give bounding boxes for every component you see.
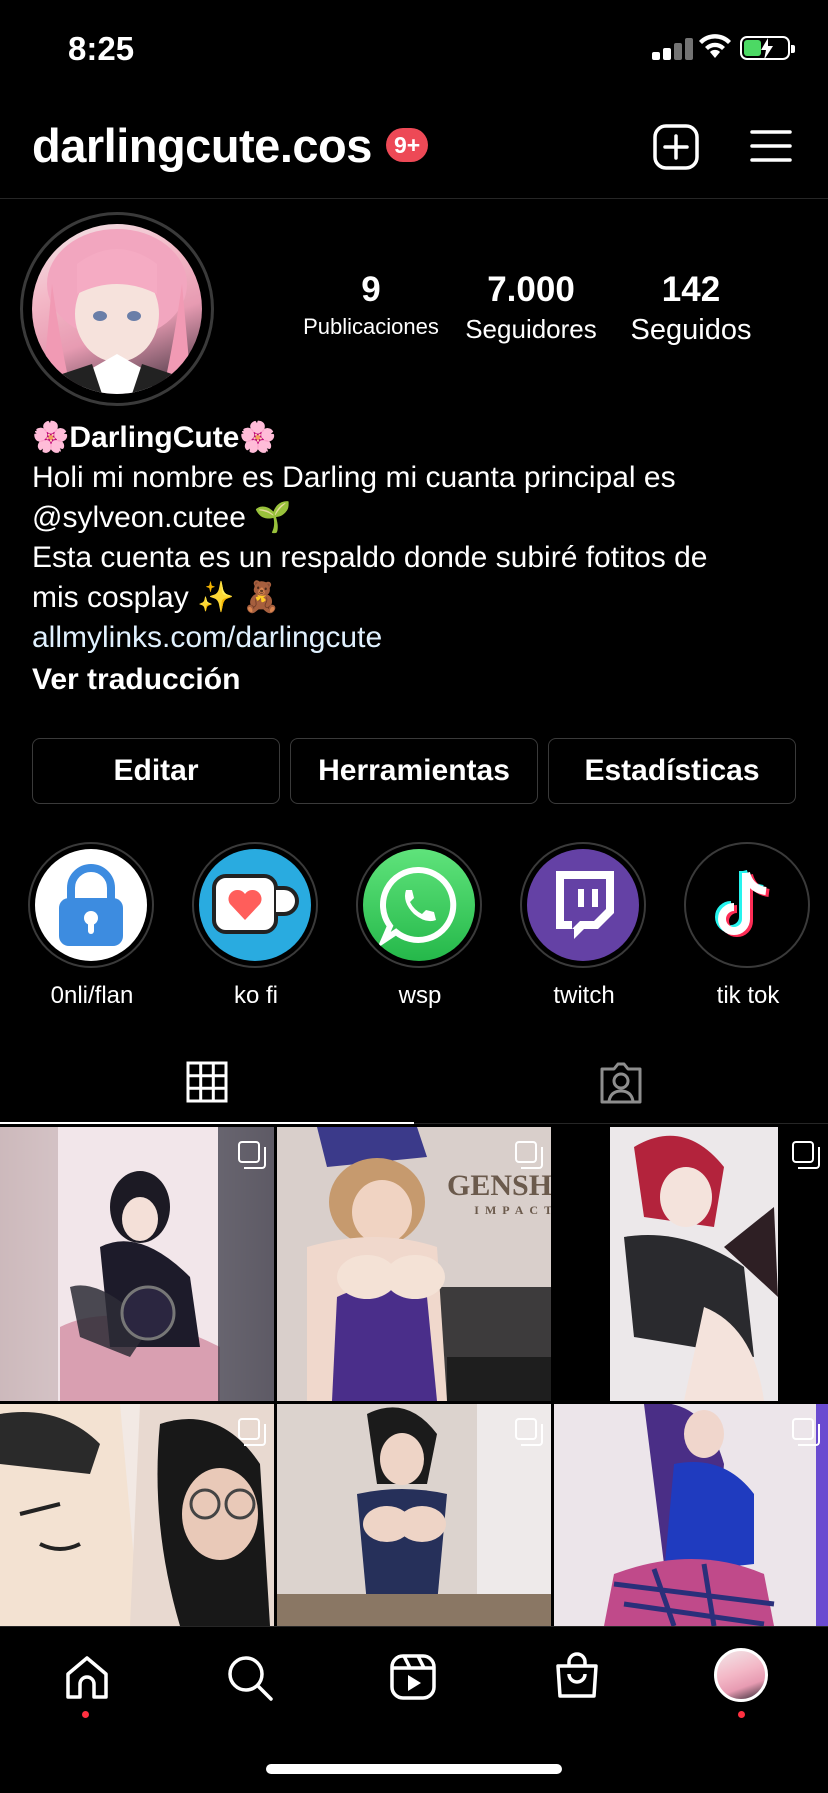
status-bar-time: 8:25 (68, 30, 135, 67)
cellular-signal-icon (652, 38, 693, 60)
profile-bio: 🌸DarlingCute🌸 Holi mi nombre es Darling … (32, 418, 802, 700)
post-5-image (277, 1404, 551, 1626)
multiple-photos-icon (238, 1141, 266, 1169)
kofi-cup-icon (212, 874, 299, 934)
highlight-label: tik tok (716, 982, 780, 1009)
stat-followers-number: 7.000 (487, 270, 575, 309)
grid-icon[interactable] (186, 1061, 228, 1103)
stat-following-number: 142 (661, 270, 721, 309)
header-divider (0, 198, 828, 199)
stat-followers-label: Seguidores (465, 314, 597, 344)
bio-mention[interactable]: @sylveon.cutee 🌱 (32, 498, 802, 538)
whatsapp-icon (377, 866, 457, 948)
watermark-sub: IMPACT (474, 1203, 551, 1217)
home-indicator (266, 1764, 562, 1774)
post-3-image (610, 1127, 778, 1401)
genshin-watermark: GENSHIN IMPACT (447, 1169, 551, 1218)
highlight-onli-flan[interactable]: 0nli/flan (28, 842, 156, 1010)
highlight-tiktok[interactable]: tik tok (684, 842, 812, 1010)
battery-icon (740, 36, 795, 60)
post-4-image (0, 1404, 274, 1626)
multiple-photos-icon (792, 1418, 820, 1446)
tools-button[interactable]: Herramientas (290, 738, 538, 804)
profile-username[interactable]: darlingcute.cos (32, 118, 372, 173)
reels-icon[interactable] (390, 1654, 436, 1700)
grid-post-2[interactable]: GENSHIN IMPACT (277, 1127, 551, 1401)
multiple-photos-icon (515, 1141, 543, 1169)
highlight-label: wsp (398, 982, 442, 1009)
active-tab-indicator (0, 1122, 414, 1124)
grid-post-1[interactable] (0, 1127, 274, 1401)
menu-hamburger-icon[interactable] (750, 128, 792, 164)
notification-badge: 9+ (386, 128, 429, 162)
profile-notification-dot (738, 1711, 745, 1718)
edit-profile-button[interactable]: Editar (32, 738, 280, 804)
multiple-photos-icon (515, 1418, 543, 1446)
multiple-photos-icon (792, 1141, 820, 1169)
grid-post-3[interactable] (554, 1127, 828, 1401)
bio-display-name: 🌸DarlingCute🌸 (32, 421, 277, 454)
profile-avatar[interactable] (32, 224, 202, 394)
tiktok-icon (715, 869, 770, 937)
highlight-label: twitch (553, 982, 615, 1009)
highlight-label: 0nli/flan (50, 982, 134, 1009)
twitch-icon (556, 871, 614, 939)
see-translation-link[interactable]: Ver traducción (32, 660, 802, 700)
stat-posts-number: 9 (361, 270, 381, 309)
highlight-twitch[interactable]: twitch (520, 842, 648, 1010)
lock-icon (59, 864, 123, 946)
stat-posts[interactable]: 9 Publicaciones (296, 270, 446, 340)
stat-following-label: Seguidos (630, 314, 752, 346)
post-1-image (0, 1127, 274, 1401)
watermark-main: GENSHIN (447, 1169, 551, 1202)
highlight-kofi[interactable]: ko fi (192, 842, 320, 1010)
bio-text-line3: Esta cuenta es un respaldo donde subiré … (32, 541, 708, 574)
highlight-label: ko fi (233, 982, 278, 1009)
wifi-icon (699, 34, 731, 58)
multiple-photos-icon (238, 1418, 266, 1446)
tab-divider (414, 1123, 828, 1124)
home-icon[interactable] (64, 1654, 110, 1700)
profile-avatar-icon[interactable] (714, 1648, 768, 1702)
tagged-person-icon[interactable] (598, 1061, 644, 1105)
stat-followers[interactable]: 7.000 Seguidores (456, 270, 606, 345)
insights-button[interactable]: Estadísticas (548, 738, 796, 804)
shopping-bag-icon[interactable] (554, 1652, 600, 1700)
bio-text-line1: Holi mi nombre es Darling mi cuanta prin… (32, 461, 676, 494)
post-6-image (554, 1404, 828, 1627)
stat-posts-label: Publicaciones (303, 314, 439, 339)
bio-text-line4: mis cosplay ✨ 🧸 (32, 581, 281, 614)
stat-following[interactable]: 142 Seguidos (616, 270, 766, 347)
highlight-whatsapp[interactable]: wsp (356, 842, 484, 1010)
create-post-icon[interactable] (653, 124, 699, 170)
bio-link[interactable]: allmylinks.com/darlingcute (32, 618, 802, 658)
home-notification-dot (82, 1711, 89, 1718)
search-icon[interactable] (226, 1654, 274, 1702)
